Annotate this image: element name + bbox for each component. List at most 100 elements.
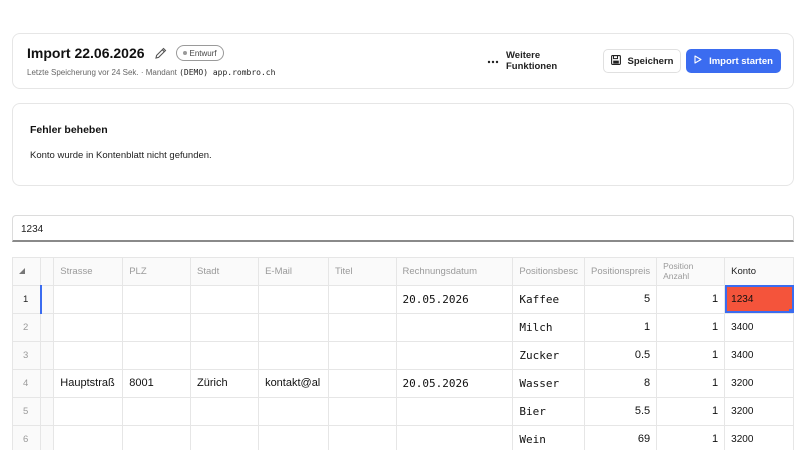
save-button[interactable]: Speichern	[603, 49, 681, 73]
table-row: 3 Zucker 0.5 1 3400	[13, 341, 794, 370]
more-functions-button[interactable]: Weitere Funktionen	[487, 49, 593, 73]
cell-rechnungsdatum[interactable]	[396, 425, 514, 450]
row-number[interactable]: 3	[13, 341, 42, 370]
column-header-konto[interactable]: Konto	[724, 258, 794, 286]
cell-konto[interactable]: 3400	[724, 341, 794, 370]
cell-plz[interactable]	[122, 397, 192, 426]
cell-konto[interactable]: 3200	[724, 369, 794, 398]
cell-plz[interactable]	[122, 425, 192, 450]
cell-value-text: 1234	[21, 224, 44, 235]
import-start-button[interactable]: Import starten	[686, 49, 781, 73]
cell-strasse[interactable]	[53, 425, 124, 450]
cell-konto-error[interactable]: 1234	[724, 285, 794, 314]
cell-positionspreis[interactable]: 1	[584, 313, 658, 342]
cell-positionsbeschreibung[interactable]: Zucker	[512, 341, 585, 370]
row-number[interactable]: 2	[13, 313, 42, 342]
cell-positionspreis[interactable]: 5	[584, 285, 658, 314]
cell-position-anzahl[interactable]: 1	[656, 369, 726, 398]
row-number[interactable]: 4	[13, 369, 42, 398]
cell-positionsbeschreibung[interactable]: Bier	[512, 397, 585, 426]
cell-konto[interactable]: 3200	[724, 397, 794, 426]
cell-position-anzahl[interactable]: 1	[656, 397, 726, 426]
row-number[interactable]: 5	[13, 397, 42, 426]
cell-titel[interactable]	[328, 397, 397, 426]
status-badge-label: Entwurf	[189, 48, 217, 58]
cell-stadt[interactable]	[190, 425, 260, 450]
cell-position-anzahl[interactable]: 1	[656, 285, 726, 314]
cell-plz[interactable]	[122, 313, 192, 342]
row-indicator	[39, 285, 55, 314]
cell-titel[interactable]	[328, 341, 397, 370]
cell-position-anzahl[interactable]: 1	[656, 341, 726, 370]
cell-stadt[interactable]	[190, 397, 260, 426]
cell-email[interactable]	[258, 425, 329, 450]
cell-rechnungsdatum[interactable]	[396, 313, 514, 342]
cell-strasse[interactable]	[53, 285, 124, 314]
cell-strasse[interactable]: Hauptstraß	[53, 369, 124, 398]
cell-positionsbeschreibung[interactable]: Wasser	[512, 369, 585, 398]
cell-positionspreis[interactable]: 8	[584, 369, 658, 398]
fill-handle[interactable]	[789, 308, 793, 312]
select-all-corner[interactable]	[13, 258, 42, 286]
cell-titel[interactable]	[328, 425, 397, 450]
cell-plz[interactable]	[122, 285, 192, 314]
row-number[interactable]: 6	[13, 425, 42, 450]
mandant-name: (DEMO) app.rombro.ch	[179, 68, 276, 77]
cell-konto[interactable]: 3200	[724, 425, 794, 450]
cell-titel[interactable]	[328, 285, 397, 314]
cell-positionspreis[interactable]: 0.5	[584, 341, 658, 370]
cell-positionspreis[interactable]: 5.5	[584, 397, 658, 426]
save-label: Speichern	[627, 55, 674, 67]
cell-stadt[interactable]	[190, 285, 260, 314]
column-header-titel[interactable]: Titel	[328, 258, 397, 286]
last-saved-info: Letzte Speicherung vor 24 Sek. · Mandant…	[27, 68, 275, 77]
cell-strasse[interactable]	[53, 313, 124, 342]
error-title: Fehler beheben	[30, 124, 108, 136]
cell-stadt[interactable]: Zürich	[190, 369, 260, 398]
cell-email[interactable]	[258, 397, 329, 426]
column-header-positionsbeschreibung[interactable]: Positionsbesc	[512, 258, 585, 286]
data-grid[interactable]: Strasse PLZ Stadt E-Mail Titel Rechnungs…	[12, 257, 794, 450]
cell-stadt[interactable]	[190, 341, 260, 370]
column-header-email[interactable]: E-Mail	[258, 258, 329, 286]
cell-plz[interactable]: 8001	[122, 369, 192, 398]
cell-strasse[interactable]	[53, 397, 124, 426]
select-all-triangle-icon	[19, 267, 25, 274]
cell-rechnungsdatum[interactable]	[396, 397, 514, 426]
cell-titel[interactable]	[328, 369, 397, 398]
cell-positionsbeschreibung[interactable]: Wein	[512, 425, 585, 450]
cell-rechnungsdatum[interactable]: 20.05.2026	[396, 369, 514, 398]
table-row: 4 Hauptstraß 8001 Zürich kontakt@al 20.0…	[13, 369, 794, 398]
cell-titel[interactable]	[328, 313, 397, 342]
cell-email[interactable]	[258, 285, 329, 314]
column-header-stadt[interactable]: Stadt	[190, 258, 260, 286]
column-header-strasse[interactable]: Strasse	[53, 258, 124, 286]
cell-stadt[interactable]	[190, 313, 260, 342]
column-header-positionspreis[interactable]: Positionspreis	[584, 258, 658, 286]
header-spacer	[40, 258, 55, 286]
pencil-icon[interactable]	[154, 46, 168, 60]
cell-positionsbeschreibung[interactable]: Kaffee	[512, 285, 585, 314]
cell-strasse[interactable]	[53, 341, 124, 370]
cell-position-anzahl[interactable]: 1	[656, 313, 726, 342]
cell-plz[interactable]	[122, 341, 192, 370]
column-header-rechnungsdatum[interactable]: Rechnungsdatum	[396, 258, 514, 286]
column-header-position-anzahl[interactable]: Position Anzahl	[656, 258, 726, 286]
cell-value-input[interactable]: 1234	[12, 215, 794, 242]
cell-rechnungsdatum[interactable]	[396, 341, 514, 370]
title-row: Import 22.06.2026 Entwurf	[27, 45, 224, 61]
cell-email[interactable]: kontakt@al	[258, 369, 329, 398]
cell-konto[interactable]: 3400	[724, 313, 794, 342]
cell-positionspreis[interactable]: 69	[584, 425, 658, 450]
cell-positionsbeschreibung[interactable]: Milch	[512, 313, 585, 342]
row-indicator	[40, 369, 55, 398]
row-number[interactable]: 1	[13, 285, 42, 314]
error-message: Konto wurde in Kontenblatt nicht gefunde…	[30, 150, 212, 161]
cell-email[interactable]	[258, 313, 329, 342]
cell-rechnungsdatum[interactable]: 20.05.2026	[396, 285, 514, 314]
more-functions-label: Weitere Funktionen	[506, 50, 558, 72]
page-title: Import 22.06.2026	[27, 45, 145, 61]
cell-position-anzahl[interactable]: 1	[656, 425, 726, 450]
cell-email[interactable]	[258, 341, 329, 370]
column-header-plz[interactable]: PLZ	[122, 258, 192, 286]
